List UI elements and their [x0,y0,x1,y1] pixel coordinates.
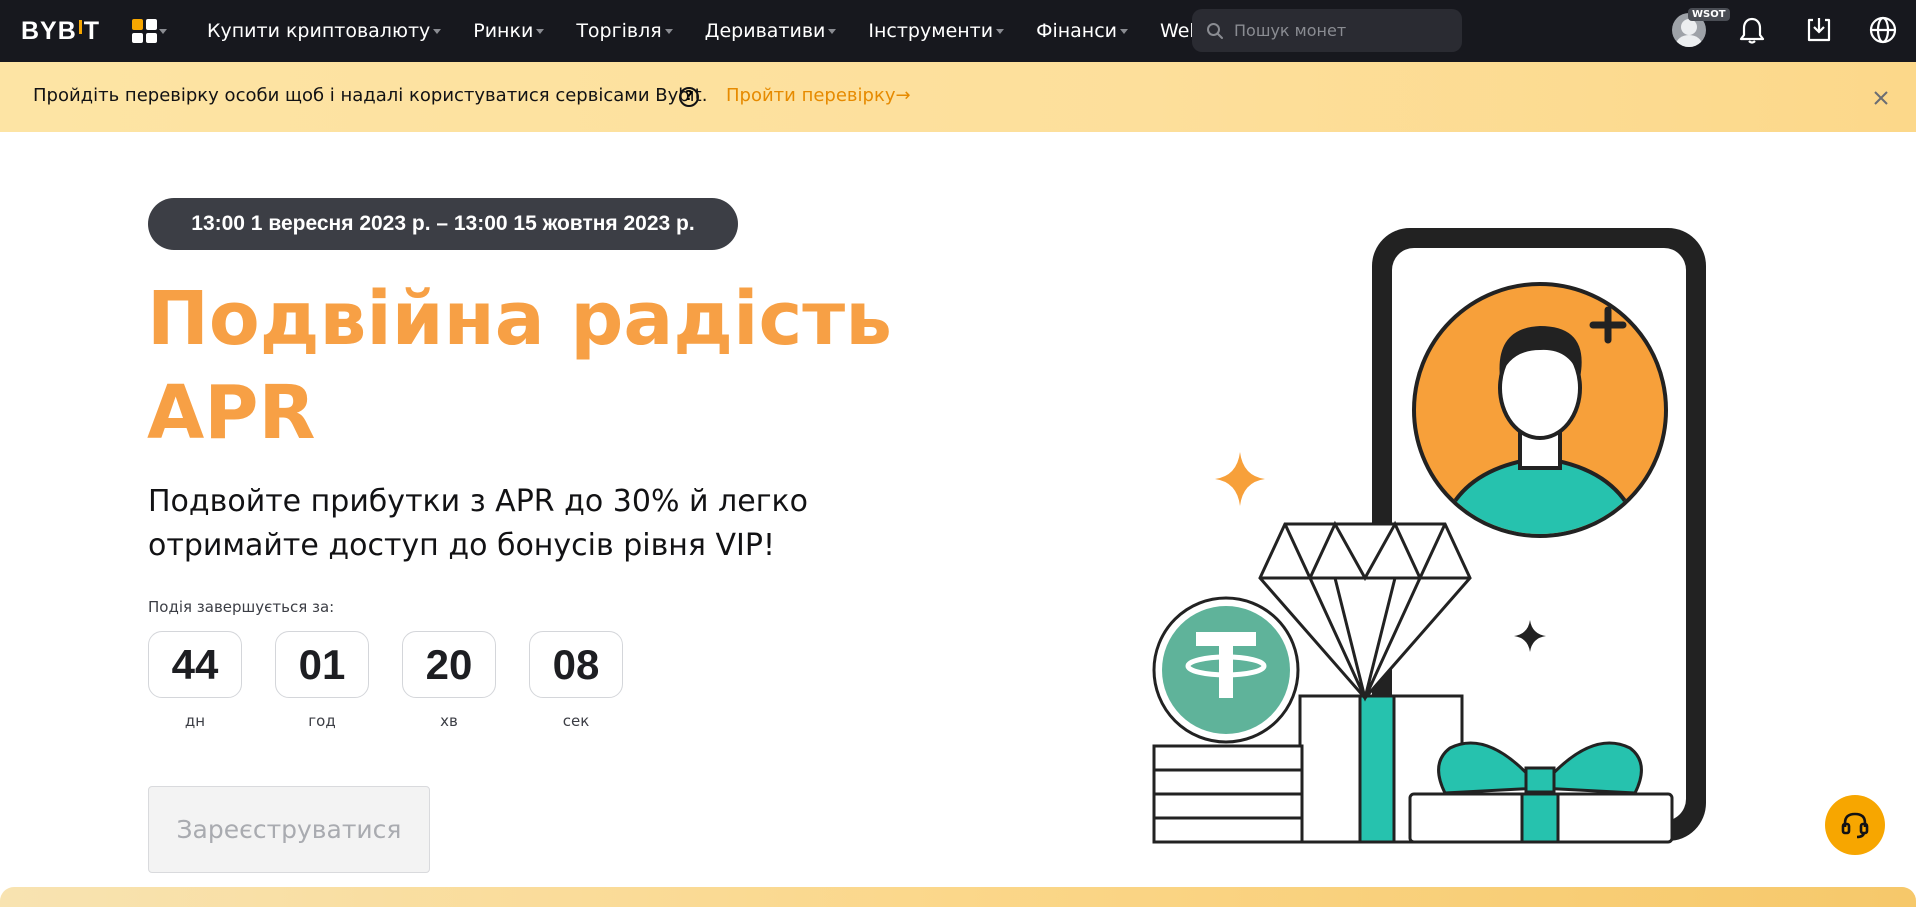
countdown-label: Подія завершується за: [148,598,335,616]
bell-icon [1739,17,1765,44]
chevron-down-icon [996,28,1005,34]
coin-search[interactable] [1192,9,1462,52]
verify-link-label: Пройти перевірку [726,85,896,106]
register-button[interactable]: Зареєструватися [148,786,430,873]
menu-item-label: Торгівля [576,20,662,42]
countdown-days-unit: дн [184,712,206,730]
main-menu: Купити криптовалюту Ринки Торгівля Дерив… [207,0,1257,62]
help-icon[interactable]: ? [679,87,699,107]
menu-item-derivatives[interactable]: Деривативи [705,20,837,42]
next-section-edge [0,887,1916,907]
user-badge: WSOT [1688,8,1730,21]
bybit-logo[interactable]: BYB T [21,17,100,46]
arrow-right-icon: → [895,85,911,106]
menu-item-markets[interactable]: Ринки [473,20,545,42]
usdt-coin-stack-illustration [1152,596,1304,844]
close-icon [1874,91,1888,105]
menu-item-finance[interactable]: Фінанси [1036,20,1129,42]
notifications-button[interactable] [1736,14,1768,46]
chevron-down-icon [536,28,545,34]
chevron-down-icon [159,28,167,34]
countdown-seconds: 08 [529,631,623,698]
menu-item-buy-crypto[interactable]: Купити криптовалюту [207,20,442,42]
menu-item-trade[interactable]: Торгівля [576,20,673,42]
chevron-down-icon [828,28,837,34]
support-chat-button[interactable] [1825,795,1885,855]
apps-grid-icon [132,19,157,43]
kyc-message: Пройдіть перевірку особи щоб і надалі ко… [33,85,708,106]
download-button[interactable] [1803,14,1835,46]
menu-item-tools[interactable]: Інструменти [868,20,1005,42]
hero-illustration [1152,228,1706,844]
chevron-down-icon [433,28,442,34]
headset-icon [1841,812,1869,839]
countdown-seconds-unit: сек [562,712,590,730]
menu-item-label: Фінанси [1036,20,1118,42]
countdown-hours: 01 [275,631,369,698]
chevron-down-icon [1120,28,1129,34]
sparkle-orange-icon [1215,452,1265,506]
globe-icon [1869,16,1897,44]
countdown-minutes: 20 [402,631,496,698]
menu-item-label: Купити криптовалюту [207,20,431,42]
page-title: Подвійна радість APR [147,276,892,456]
verify-link[interactable]: Пройти перевірку→ [726,85,911,106]
menu-item-label: Деривативи [704,20,826,42]
download-icon [1807,18,1831,42]
menu-item-label: Інструменти [868,20,994,42]
event-date-range: 13:00 1 вересня 2023 р. – 13:00 15 жовтн… [148,198,738,250]
countdown-days: 44 [148,631,242,698]
apps-menu-button[interactable] [132,19,176,43]
countdown-hours-unit: год [308,712,336,730]
search-icon [1207,22,1223,39]
menu-item-label: Ринки [473,20,534,42]
language-button[interactable] [1867,14,1899,46]
countdown-minutes-unit: хв [440,712,458,730]
kyc-banner: Пройдіть перевірку особи щоб і надалі ко… [0,62,1916,132]
chevron-down-icon [664,28,673,34]
hero-subtitle: Подвойте прибутки з APR до 30% й легко о… [148,484,808,563]
close-banner-button[interactable] [1870,87,1892,109]
search-input[interactable] [1234,21,1444,40]
top-navbar: BYB T Купити криптовалюту Ринки Торгівля … [0,0,1916,62]
